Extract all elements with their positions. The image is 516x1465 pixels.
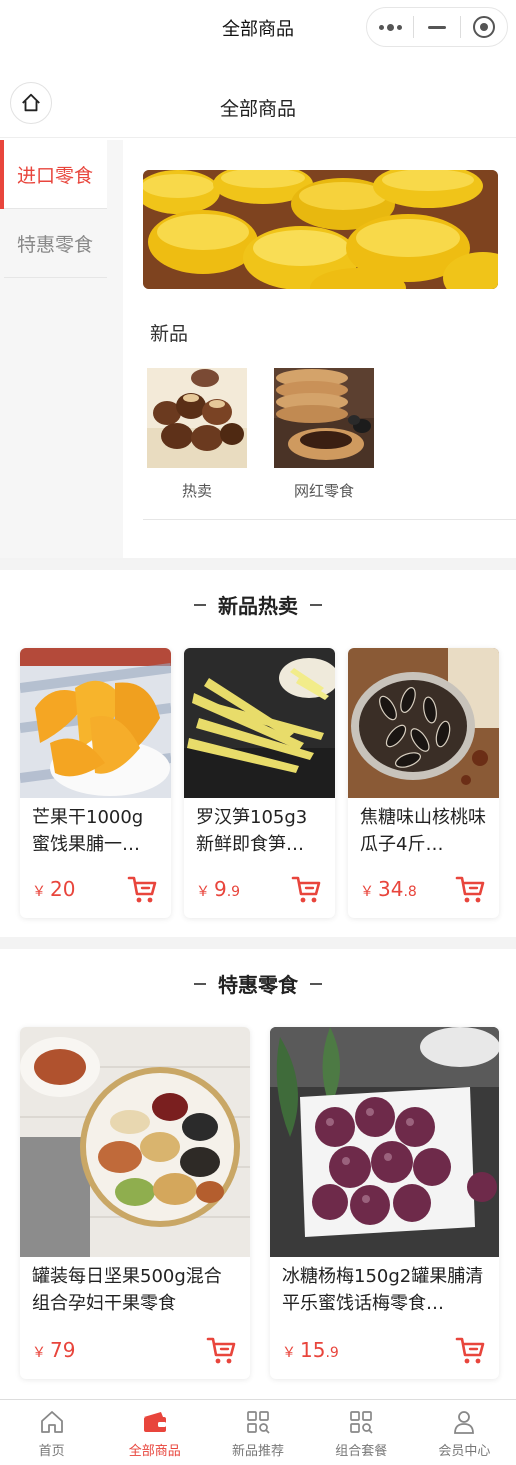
add-to-cart-icon[interactable] [455,874,485,904]
subcategory-label: 网红零食 [293,482,354,500]
subcategory-internet-snacks[interactable]: 网红零食 [274,368,374,501]
add-to-cart-icon[interactable] [206,1335,236,1365]
home-button[interactable] [10,82,52,124]
dried-mango-image [20,648,171,798]
target-icon [473,16,495,38]
subcategory-label: 热卖 [181,482,212,500]
grid-search-icon [350,1411,373,1434]
category-banner[interactable] [143,170,498,289]
minus-icon [428,25,446,29]
user-icon [454,1411,475,1434]
tab-label: 会员中心 [438,1444,491,1459]
page-header: 全部商品 [0,78,516,138]
title-bar: 全部商品 [0,0,516,56]
product-price: ￥ 15.9 [282,1338,339,1362]
tab-label: 组合套餐 [335,1444,388,1459]
section-gap [0,937,516,949]
add-to-cart-icon[interactable] [455,1335,485,1365]
miniprogram-capsule [366,7,508,47]
sunflower-seeds-image [348,648,499,798]
product-name: 罐装每日坚果500g混合组合孕妇干果零食 [32,1266,222,1314]
tab-new-recommend[interactable]: 新品推荐 [206,1400,309,1465]
mooncake-banner-image [143,170,498,289]
bottom-tab-bar: 首页 全部商品 新品推荐 组合套餐 会员中心 [0,1399,516,1465]
category-panel: 进口零食 特惠零食 新品 热卖 网红零食 [0,140,516,558]
category-sidebar: 进口零食 特惠零食 [0,140,123,558]
product-price: ￥ 79 [32,1338,76,1362]
product-name: 芒果干1000g蜜饯果脯一… [32,807,144,855]
category-content: 新品 热卖 网红零食 [143,170,516,520]
home-icon [22,93,40,112]
section-title: 新品热卖 [218,594,298,618]
add-to-cart-icon[interactable] [291,874,321,904]
product-price: ￥ 20 [32,877,76,901]
mixed-nuts-image [20,1027,250,1257]
product-card[interactable]: 罗汉笋105g3新鲜即食笋… ￥ 9.9 [184,648,335,918]
tab-combo[interactable]: 组合套餐 [310,1400,413,1465]
tab-member-center[interactable]: 会员中心 [413,1400,516,1465]
subcategory-title: 新品 [150,323,189,345]
grid-search-icon [247,1411,270,1434]
window-title: 全部商品 [222,19,294,40]
wallet-icon [143,1412,166,1432]
cookie-image [274,368,374,468]
product-price: ￥ 9.9 [196,877,241,901]
minimize-button[interactable] [414,8,460,46]
sidebar-item-imported-snacks[interactable]: 进口零食 [0,140,107,209]
subcategory-list: 热卖 网红零食 [147,368,516,501]
product-card[interactable]: 罐装每日坚果500g混合组合孕妇干果零食 ￥ 79 [20,1027,250,1379]
product-price: ￥ 34.8 [360,877,417,901]
more-button[interactable] [367,8,413,46]
product-card[interactable]: 冰糖杨梅150g2罐果脯清平乐蜜饯话梅零食… ￥ 15.9 [270,1027,499,1379]
section-title: 特惠零食 [218,973,298,997]
chestnut-image [147,368,247,468]
tab-label: 新品推荐 [232,1444,285,1459]
candied-bayberry-image [270,1027,499,1257]
section-sale-header: 特惠零食 [0,969,516,998]
bamboo-shoot-image [184,648,335,798]
sidebar-item-label: 特惠零食 [17,233,94,256]
product-name: 焦糖味山核桃味瓜子4斤… [360,807,486,855]
product-name: 罗汉笋105g3新鲜即食笋… [196,807,308,855]
add-to-cart-icon[interactable] [127,874,157,904]
tab-label: 全部商品 [128,1444,181,1459]
section-gap [0,558,516,570]
sidebar-item-label: 进口零食 [17,164,94,187]
divider [143,519,516,520]
tab-home[interactable]: 首页 [0,1400,103,1465]
close-miniprogram-button[interactable] [461,8,507,46]
subcategory-hot[interactable]: 热卖 [147,368,247,501]
product-card[interactable]: 芒果干1000g蜜饯果脯一… ￥ 20 [20,648,171,918]
page-title: 全部商品 [219,98,296,120]
tab-label: 首页 [38,1444,65,1459]
tab-all-products[interactable]: 全部商品 [103,1400,206,1465]
more-dots-icon [378,23,402,31]
home-icon [40,1411,63,1433]
sidebar-item-special-snacks[interactable]: 特惠零食 [4,209,107,278]
product-card[interactable]: 焦糖味山核桃味瓜子4斤… ￥ 34.8 [348,648,499,918]
product-name: 冰糖杨梅150g2罐果脯清平乐蜜饯话梅零食… [282,1266,484,1314]
section-hot-header: 新品热卖 [0,590,516,619]
